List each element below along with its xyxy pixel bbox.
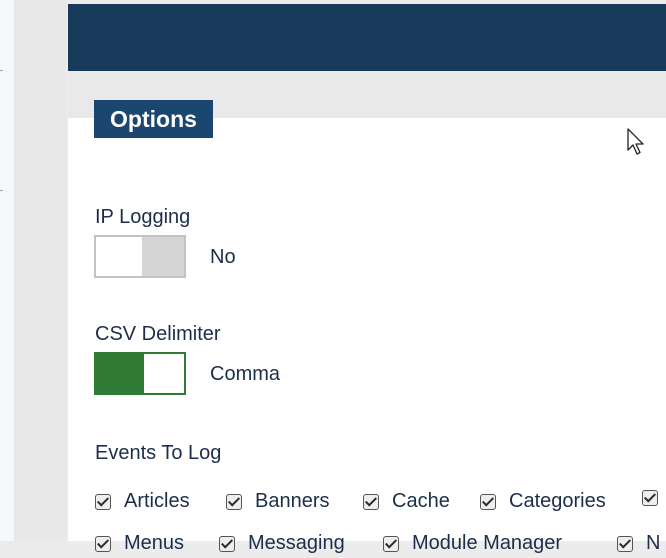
event-checkbox-partial[interactable]: N [617, 532, 660, 555]
toggle-track [142, 237, 184, 276]
checkbox-checked-icon[interactable] [95, 493, 111, 510]
left-sidebar [0, 0, 15, 541]
csv-delimiter-toggle[interactable] [94, 352, 186, 395]
mouse-cursor-icon [627, 128, 644, 155]
event-label: Articles [124, 490, 190, 512]
event-checkbox-banners[interactable]: Banners [226, 490, 330, 513]
checkbox-checked-icon[interactable] [617, 535, 633, 552]
toggle-knob [96, 237, 142, 276]
ip-logging-label: IP Logging [95, 206, 191, 228]
event-label: Cache [392, 490, 450, 512]
event-label: Messaging [248, 532, 345, 554]
event-checkbox-partial[interactable] [642, 490, 658, 506]
event-checkbox-module-manager[interactable]: Module Manager [383, 532, 562, 555]
event-checkbox-menus[interactable]: Menus [95, 532, 184, 555]
csv-delimiter-value: Comma [210, 363, 281, 385]
sidebar-divider [0, 190, 3, 191]
checkbox-checked-icon[interactable] [383, 535, 399, 552]
event-label: N [646, 532, 661, 554]
toggle-knob [144, 354, 184, 393]
checkbox-checked-icon[interactable] [226, 493, 242, 510]
event-checkbox-articles[interactable]: Articles [95, 490, 190, 513]
event-checkbox-categories[interactable]: Categories [480, 490, 606, 513]
csv-delimiter-label: CSV Delimiter [95, 323, 221, 345]
event-checkbox-cache[interactable]: Cache [363, 490, 450, 513]
checkbox-checked-icon[interactable] [219, 535, 235, 552]
events-to-log-label: Events To Log [95, 442, 222, 464]
event-label: Categories [509, 490, 606, 512]
page-header-bar [68, 4, 666, 71]
checkbox-checked-icon[interactable] [363, 493, 379, 510]
tab-options[interactable]: Options [94, 100, 213, 138]
content-gutter [15, 0, 67, 541]
checkbox-checked-icon[interactable] [95, 535, 111, 552]
ip-logging-toggle[interactable] [94, 235, 186, 278]
checkbox-checked-icon[interactable] [480, 493, 496, 510]
event-label: Menus [124, 532, 185, 554]
event-label: Module Manager [412, 532, 563, 554]
sidebar-divider [0, 70, 3, 71]
checkbox-checked-icon[interactable] [642, 490, 658, 506]
event-label: Banners [255, 490, 330, 512]
ip-logging-value: No [210, 246, 236, 268]
toggle-track [96, 354, 144, 393]
event-checkbox-messaging[interactable]: Messaging [219, 532, 345, 555]
